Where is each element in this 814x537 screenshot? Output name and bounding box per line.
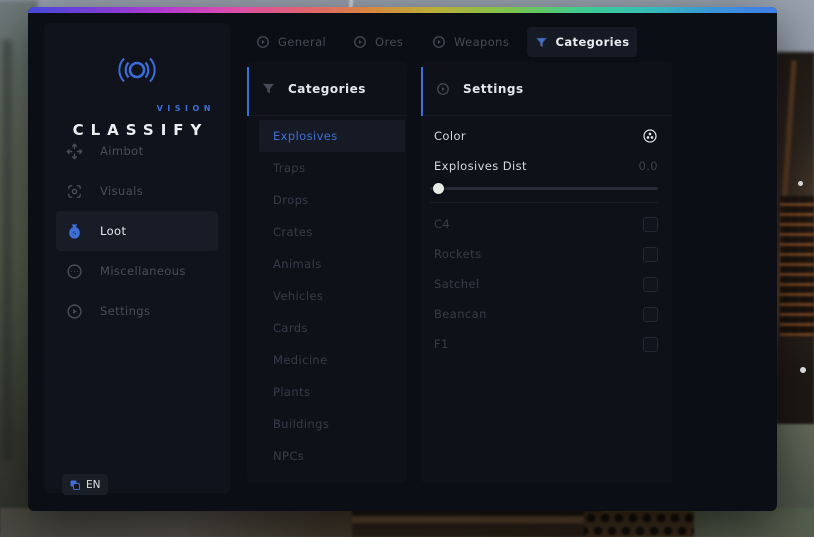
sidebar-item-aimbot[interactable]: Aimbot [56, 131, 218, 171]
category-item-explosives[interactable]: Explosives [259, 120, 405, 152]
rainbow-accent-bar [28, 7, 777, 13]
checkbox-row-f1[interactable]: F1 [434, 329, 658, 359]
background-pipes [352, 509, 602, 537]
money-bag-icon: $ [66, 223, 83, 240]
explosives-dist-slider[interactable] [430, 183, 658, 194]
tab-categories[interactable]: Categories [527, 27, 637, 57]
tab-label: Weapons [454, 35, 510, 49]
divider [430, 202, 658, 203]
sidebar-item-label: Visuals [100, 184, 144, 198]
background-rust-lattice [780, 196, 814, 336]
tab-label: Ores [375, 35, 404, 49]
tab-ores[interactable]: Ores [353, 27, 403, 57]
sidebar-item-label: Loot [100, 224, 127, 238]
eye-scan-icon [66, 183, 83, 200]
menu-window: VISION CLASSIFY Aimbot Visuals $ Loot Mi… [28, 7, 777, 511]
category-item-drops[interactable]: Drops [259, 184, 405, 216]
sidebar-item-visuals[interactable]: Visuals [56, 171, 218, 211]
category-item-animals[interactable]: Animals [259, 248, 405, 280]
checkbox-label: F1 [434, 337, 449, 351]
brand-vision-text: VISION [156, 104, 215, 113]
panel-title: Categories [288, 81, 366, 96]
tab-general[interactable]: General [256, 27, 326, 57]
blue-accent-line [421, 67, 423, 116]
translate-icon [69, 479, 81, 491]
beancan-checkbox[interactable] [643, 306, 658, 322]
explosives-dist-slider-thumb[interactable] [432, 183, 444, 194]
background-tree-trunk [2, 40, 12, 460]
circle-play-icon [433, 36, 445, 48]
language-button[interactable]: EN [62, 474, 108, 495]
particle-dot [800, 367, 806, 373]
color-wheel-icon[interactable] [642, 128, 658, 144]
checkbox-label: Rockets [434, 247, 482, 261]
particle-dot [798, 181, 803, 186]
sidebar-item-settings[interactable]: Settings [56, 291, 218, 331]
crosshair-icon [66, 143, 83, 160]
sidebar-item-label: Aimbot [100, 144, 144, 158]
circle-play-icon [437, 82, 449, 95]
category-list: Explosives Traps Drops Crates Animals Ve… [247, 120, 407, 472]
svg-text:$: $ [72, 228, 77, 237]
tab-label: General [278, 35, 327, 49]
checkbox-label: Beancan [434, 307, 487, 321]
checkbox-row-beancan[interactable]: Beancan [434, 299, 658, 329]
tab-weapons[interactable]: Weapons [432, 27, 509, 57]
c4-checkbox[interactable] [643, 216, 658, 232]
settings-panel-header: Settings [421, 62, 672, 116]
background-honeycomb [584, 511, 694, 537]
sidebar-item-label: Miscellaneous [100, 264, 186, 278]
category-item-buildings[interactable]: Buildings [259, 408, 405, 440]
checkbox-label: Satchel [434, 277, 480, 291]
checkbox-label: C4 [434, 217, 451, 231]
blue-accent-line [247, 67, 249, 116]
checkbox-row-c4[interactable]: C4 [434, 209, 658, 239]
rockets-checkbox[interactable] [643, 246, 658, 262]
checkbox-row-satchel[interactable]: Satchel [434, 269, 658, 299]
category-item-crates[interactable]: Crates [259, 216, 405, 248]
explosives-dist-label: Explosives Dist [434, 159, 527, 173]
globe-dots-icon [66, 263, 83, 280]
sidebar-item-loot[interactable]: $ Loot [56, 211, 218, 251]
checkbox-row-rockets[interactable]: Rockets [434, 239, 658, 269]
category-item-cards[interactable]: Cards [259, 312, 405, 344]
circle-play-icon [257, 36, 269, 48]
color-row: Color [434, 120, 658, 152]
explosives-dist-value: 0.0 [638, 159, 658, 173]
sidebar: VISION CLASSIFY Aimbot Visuals $ Loot Mi… [44, 23, 230, 495]
satchel-checkbox[interactable] [643, 276, 658, 292]
panel-title: Settings [463, 81, 524, 96]
category-item-plants[interactable]: Plants [259, 376, 405, 408]
categories-panel: Categories Explosives Traps Drops Crates… [247, 62, 407, 483]
categories-panel-header: Categories [247, 62, 407, 116]
category-item-traps[interactable]: Traps [259, 152, 405, 184]
color-label: Color [434, 129, 467, 143]
circle-play-icon [354, 36, 366, 48]
category-item-npcs[interactable]: NPCs [259, 440, 405, 472]
sidebar-menu: Aimbot Visuals $ Loot Miscellaneous Sett… [56, 131, 218, 331]
settings-panel: Settings Color Explosives Dist 0.0 C4 Ro… [421, 62, 672, 483]
sidebar-item-miscellaneous[interactable]: Miscellaneous [56, 251, 218, 291]
category-item-vehicles[interactable]: Vehicles [259, 280, 405, 312]
category-item-medicine[interactable]: Medicine [259, 344, 405, 376]
checkbox-list: C4 Rockets Satchel Beancan F1 [421, 209, 672, 359]
filter-icon [263, 83, 274, 94]
filter-icon [535, 37, 547, 47]
sidebar-item-label: Settings [100, 304, 151, 318]
circle-play-icon [66, 303, 83, 320]
slider-track [430, 187, 658, 190]
f1-checkbox[interactable] [643, 336, 658, 352]
language-label: EN [86, 478, 101, 491]
tab-label: Categories [555, 35, 630, 49]
explosives-dist-row: Explosives Dist 0.0 [434, 152, 658, 180]
vision-circles-icon [44, 49, 230, 91]
